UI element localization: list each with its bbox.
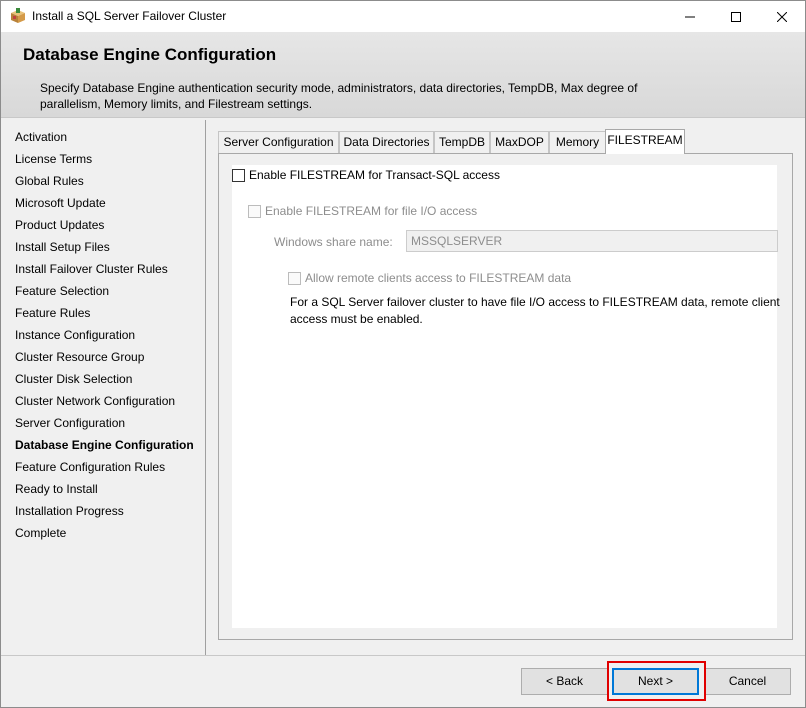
tab-server-configuration[interactable]: Server Configuration xyxy=(218,131,339,153)
nav-item-feature-selection[interactable]: Feature Selection xyxy=(15,284,109,302)
nav-item-installation-progress[interactable]: Installation Progress xyxy=(15,504,124,522)
allow-remote-clients-checkbox[interactable] xyxy=(288,272,301,285)
tab-data-directories[interactable]: Data Directories xyxy=(339,131,434,153)
page-description: Specify Database Engine authentication s… xyxy=(40,81,638,111)
window-title: Install a SQL Server Failover Cluster xyxy=(32,9,227,23)
tab-memory[interactable]: Memory xyxy=(549,131,606,153)
maximize-button[interactable] xyxy=(713,1,759,32)
tab-tempdb[interactable]: TempDB xyxy=(434,131,490,153)
close-icon xyxy=(777,11,787,22)
nav-item-cluster-disk-selection[interactable]: Cluster Disk Selection xyxy=(15,372,132,390)
enable-filestream-tsql-label[interactable]: Enable FILESTREAM for Transact-SQL acces… xyxy=(249,168,500,182)
nav-item-cluster-resource-group[interactable]: Cluster Resource Group xyxy=(15,350,144,368)
enable-filestream-fileio-label[interactable]: Enable FILESTREAM for file I/O access xyxy=(265,204,477,218)
nav-item-feature-configuration-rules[interactable]: Feature Configuration Rules xyxy=(15,460,165,478)
tab-filestream[interactable]: FILESTREAM xyxy=(605,129,685,154)
nav-item-feature-rules[interactable]: Feature Rules xyxy=(15,306,90,324)
nav-item-microsoft-update[interactable]: Microsoft Update xyxy=(15,196,106,214)
tab-maxdop[interactable]: MaxDOP xyxy=(490,131,549,153)
steps-nav: Activation License Terms Global Rules Mi… xyxy=(1,120,205,655)
nav-item-product-updates[interactable]: Product Updates xyxy=(15,218,104,236)
allow-remote-clients-label[interactable]: Allow remote clients access to FILESTREA… xyxy=(305,271,571,285)
nav-item-ready-to-install[interactable]: Ready to Install xyxy=(15,482,98,500)
footer-divider xyxy=(1,655,805,656)
maximize-icon xyxy=(731,11,741,22)
share-name-input[interactable]: MSSQLSERVER xyxy=(406,230,778,252)
close-button[interactable] xyxy=(759,1,805,32)
failover-info-text: For a SQL Server failover cluster to hav… xyxy=(290,295,780,326)
nav-item-cluster-network-configuration[interactable]: Cluster Network Configuration xyxy=(15,394,175,412)
nav-item-server-configuration[interactable]: Server Configuration xyxy=(15,416,125,434)
nav-item-complete[interactable]: Complete xyxy=(15,526,66,544)
nav-item-instance-configuration[interactable]: Instance Configuration xyxy=(15,328,135,346)
nav-item-license-terms[interactable]: License Terms xyxy=(15,152,92,170)
nav-item-database-engine-configuration[interactable]: Database Engine Configuration xyxy=(15,438,194,456)
enable-filestream-fileio-checkbox[interactable] xyxy=(248,205,261,218)
title-bar: Install a SQL Server Failover Cluster xyxy=(1,1,805,32)
sql-setup-box-icon xyxy=(10,8,26,24)
tab-panel-filestream xyxy=(218,153,793,640)
minimize-icon xyxy=(685,16,695,17)
installer-window: Install a SQL Server Failover Cluster Da… xyxy=(0,0,806,708)
next-button[interactable]: Next > xyxy=(612,668,699,695)
nav-item-activation[interactable]: Activation xyxy=(15,130,67,148)
share-name-label: Windows share name: xyxy=(274,235,393,249)
nav-item-install-setup-files[interactable]: Install Setup Files xyxy=(15,240,110,258)
minimize-button[interactable] xyxy=(667,1,713,32)
enable-filestream-tsql-checkbox[interactable] xyxy=(232,169,245,182)
cancel-button[interactable]: Cancel xyxy=(704,668,791,695)
nav-divider xyxy=(205,120,206,655)
back-button[interactable]: < Back xyxy=(521,668,608,695)
nav-item-install-failover-cluster-rules[interactable]: Install Failover Cluster Rules xyxy=(15,262,168,280)
page-title: Database Engine Configuration xyxy=(23,45,277,64)
page-header: Database Engine Configuration Specify Da… xyxy=(1,32,805,118)
nav-item-global-rules[interactable]: Global Rules xyxy=(15,174,84,192)
